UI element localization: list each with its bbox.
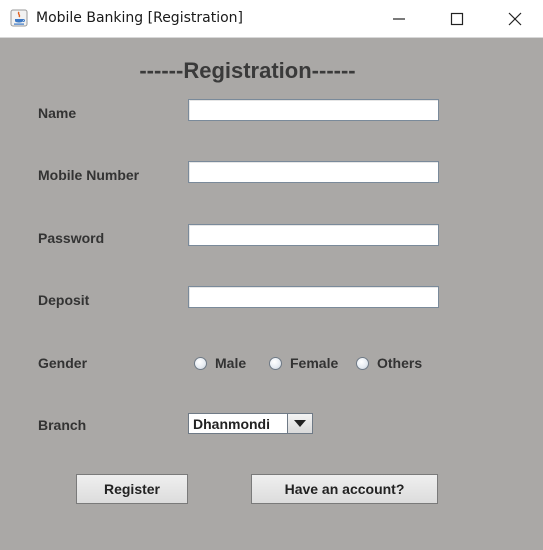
gender-option-male[interactable]: Male xyxy=(194,354,246,372)
registration-panel: ------Registration------ Name Mobile Num… xyxy=(0,38,543,550)
gender-label: Gender xyxy=(38,355,88,371)
minimize-button[interactable] xyxy=(370,0,428,37)
mobile-number-field[interactable] xyxy=(188,161,439,183)
dropdown-arrow-button[interactable] xyxy=(287,414,312,433)
deposit-label: Deposit xyxy=(38,292,90,308)
name-field[interactable] xyxy=(188,99,439,121)
gender-option-others[interactable]: Others xyxy=(356,354,422,372)
page-title: ------Registration------ xyxy=(139,58,356,83)
minimize-icon xyxy=(393,18,405,20)
female-radio-label: Female xyxy=(290,355,339,371)
password-field[interactable] xyxy=(188,224,439,246)
male-radio[interactable] xyxy=(194,356,207,370)
name-label: Name xyxy=(38,105,77,121)
java-app-icon xyxy=(10,9,28,27)
register-button[interactable]: Register xyxy=(76,474,188,504)
branch-dropdown[interactable]: Dhanmondi xyxy=(188,413,313,434)
branch-label: Branch xyxy=(38,417,87,433)
chevron-down-icon xyxy=(294,420,306,427)
password-label: Password xyxy=(38,230,105,246)
others-radio[interactable] xyxy=(356,356,369,370)
close-icon xyxy=(508,12,522,26)
deposit-field[interactable] xyxy=(188,286,439,308)
maximize-button[interactable] xyxy=(428,0,486,37)
have-account-button[interactable]: Have an account? xyxy=(251,474,438,504)
maximize-icon xyxy=(450,12,464,26)
mobile-number-label: Mobile Number xyxy=(38,167,140,183)
branch-selected-value: Dhanmondi xyxy=(193,416,270,432)
others-radio-label: Others xyxy=(377,355,423,371)
window-title: Mobile Banking [Registration] xyxy=(36,10,243,26)
window-titlebar: Mobile Banking [Registration] xyxy=(0,0,543,38)
male-radio-label: Male xyxy=(215,355,247,371)
close-button[interactable] xyxy=(486,0,543,37)
gender-option-female[interactable]: Female xyxy=(269,354,338,372)
female-radio[interactable] xyxy=(269,356,282,370)
